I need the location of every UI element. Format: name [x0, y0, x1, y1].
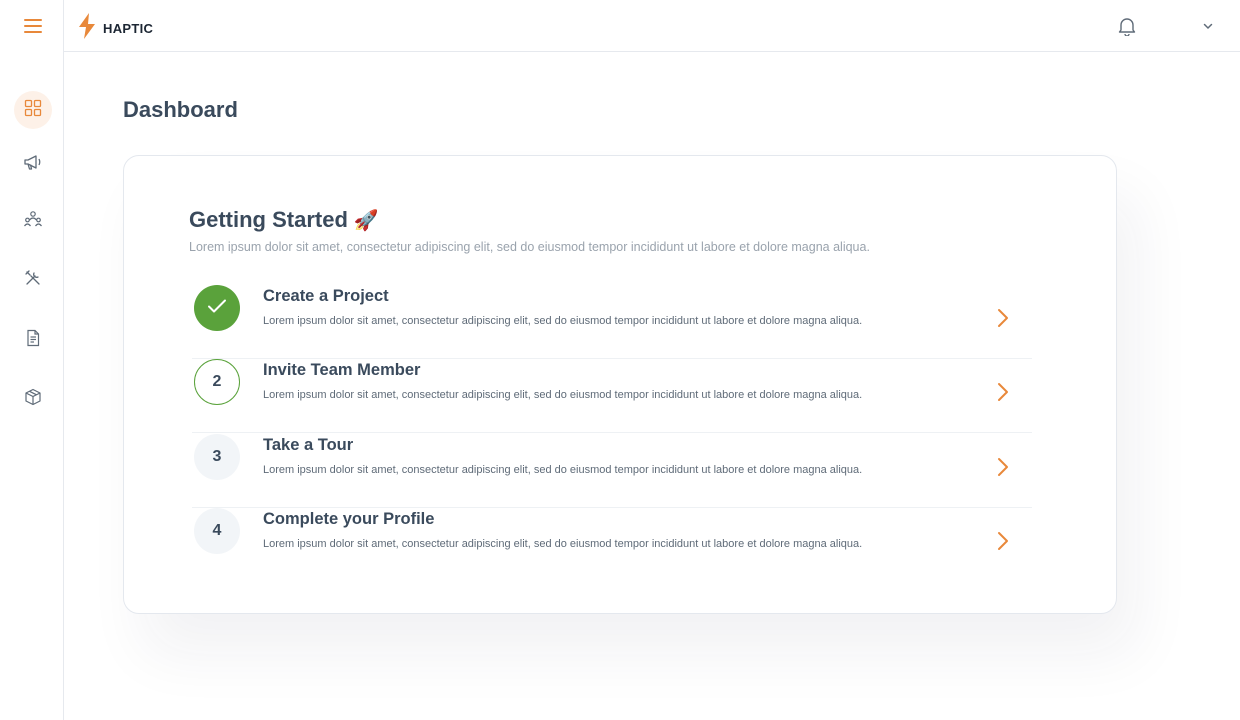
chevron-right-icon[interactable]	[994, 530, 1012, 552]
hamburger-menu-icon[interactable]	[22, 16, 44, 36]
card-subtitle: Lorem ipsum dolor sit amet, consectetur …	[189, 240, 870, 254]
step-item[interactable]: 3 Take a Tour Lorem ipsum dolor sit amet…	[192, 434, 1032, 508]
page-title: Dashboard	[123, 97, 238, 122]
user-menu-chevron-down-icon[interactable]	[1200, 18, 1216, 34]
step-item[interactable]: 2 Invite Team Member Lorem ipsum dolor s…	[192, 359, 1032, 433]
app-logo[interactable]: HAPTIC	[76, 12, 153, 45]
getting-started-card: Getting Started 🚀 Lorem ipsum dolor sit …	[123, 155, 1117, 614]
step-title: Take a Tour	[263, 436, 354, 454]
step-description: Lorem ipsum dolor sit amet, consectetur …	[263, 464, 863, 476]
sidebar-item-products[interactable]	[14, 380, 52, 418]
card-title: Getting Started 🚀	[189, 207, 379, 233]
team-icon	[23, 210, 43, 233]
step-completed-badge	[194, 285, 240, 331]
card-title-text: Getting Started	[189, 207, 348, 232]
package-box-icon	[24, 388, 42, 411]
step-description: Lorem ipsum dolor sit amet, consectetur …	[263, 389, 863, 401]
step-item[interactable]: 4 Complete your Profile Lorem ipsum dolo…	[192, 508, 1032, 582]
sidebar-item-documents[interactable]	[14, 321, 52, 359]
chevron-right-icon[interactable]	[994, 381, 1012, 403]
sidebar-item-campaigns[interactable]	[14, 145, 52, 183]
step-title: Create a Project	[263, 287, 389, 305]
sidebar-item-team[interactable]	[14, 202, 52, 240]
lightning-logo-icon	[76, 12, 98, 45]
brand-name: HAPTIC	[103, 21, 154, 36]
step-description: Lorem ipsum dolor sit amet, consectetur …	[263, 315, 863, 327]
sidebar-item-tools[interactable]	[14, 261, 52, 299]
step-title: Complete your Profile	[263, 510, 435, 528]
step-number-badge: 2	[194, 359, 240, 405]
chevron-right-icon[interactable]	[994, 456, 1012, 478]
chevron-right-icon[interactable]	[994, 307, 1012, 329]
step-number-badge: 4	[194, 508, 240, 554]
checkmark-icon	[207, 298, 227, 319]
dashboard-grid-icon	[24, 99, 42, 122]
sidebar-item-dashboard[interactable]	[14, 91, 52, 129]
megaphone-icon	[23, 153, 43, 176]
step-number-badge: 3	[194, 434, 240, 480]
top-header: HAPTIC	[64, 0, 1240, 52]
document-icon	[25, 329, 41, 352]
rocket-emoji: 🚀	[353, 209, 379, 232]
step-title: Invite Team Member	[263, 361, 421, 379]
step-item[interactable]: Create a Project Lorem ipsum dolor sit a…	[192, 285, 1032, 359]
sidebar	[0, 0, 64, 720]
notification-bell-icon[interactable]	[1116, 14, 1138, 38]
step-description: Lorem ipsum dolor sit amet, consectetur …	[263, 538, 863, 550]
tools-icon	[24, 269, 42, 292]
